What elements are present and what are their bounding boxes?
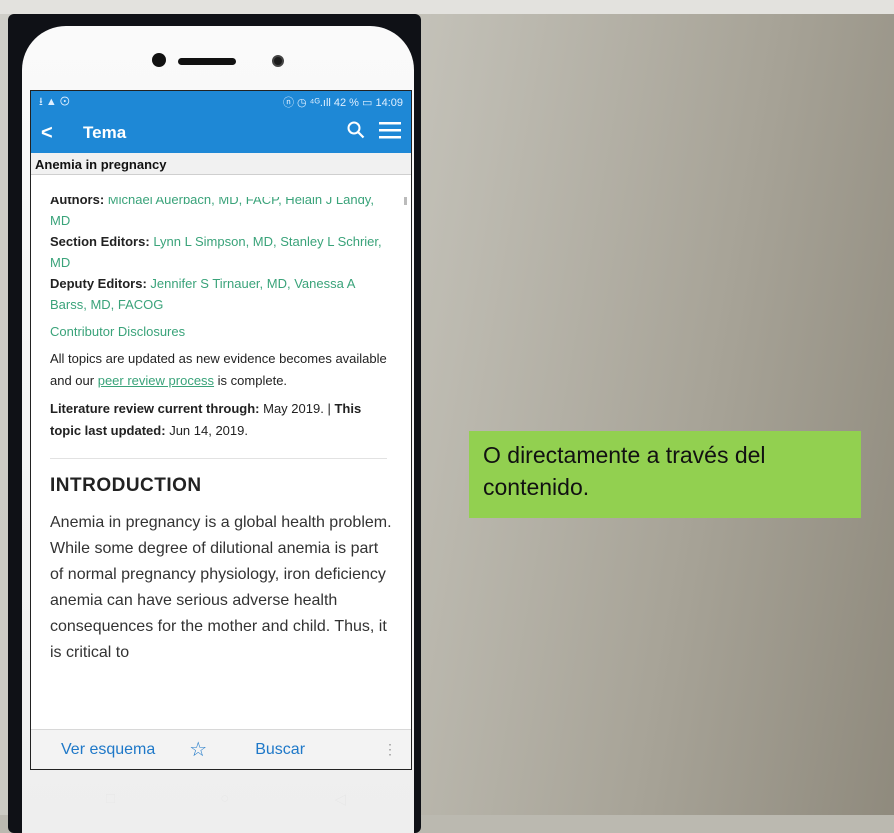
status-bar: ⭳ ▲ ⊙ ⓝ ◷ ⁴ᴳ.ıll 42 % ▭ 14:09 <box>31 91 411 113</box>
search-button[interactable]: Buscar <box>255 741 305 759</box>
introduction-paragraph: Anemia in pregnancy is a global health p… <box>50 514 392 661</box>
deputy-editors-line: Deputy Editors: Jennifer S Tirnauer, MD,… <box>50 273 395 315</box>
literature-label: Literature review current through: <box>50 401 260 416</box>
slide-top-edge <box>0 0 894 14</box>
topic-content[interactable]: Authors: Michael Auerbach, MD, FACP, Hel… <box>31 197 411 731</box>
topic-title: Anemia in pregnancy <box>31 153 411 175</box>
slide-background: ⭳ ▲ ⊙ ⓝ ◷ ⁴ᴳ.ıll 42 % ▭ 14:09 < Tema Ane… <box>0 0 894 833</box>
front-camera-icon <box>152 53 166 67</box>
status-right: ⓝ ◷ ⁴ᴳ.ıll 42 % ▭ 14:09 <box>282 97 403 109</box>
outline-button[interactable]: Ver esquema <box>61 741 155 759</box>
section-editors-line: Section Editors: Lynn L Simpson, MD, Sta… <box>50 231 395 273</box>
back-icon[interactable]: < <box>41 122 71 145</box>
home-icon[interactable]: ○ <box>220 790 229 808</box>
app-toolbar: < Tema <box>31 113 411 153</box>
status-left-icons: ⭳ ▲ ⊙ <box>39 95 70 108</box>
update-note: All topics are updated as new evidence b… <box>50 348 395 392</box>
bottom-action-bar: Ver esquema ☆ Buscar ⋮ <box>31 729 411 769</box>
phone-screen: ⭳ ▲ ⊙ ⓝ ◷ ⁴ᴳ.ıll 42 % ▭ 14:09 < Tema Ane… <box>30 90 412 770</box>
literature-value: May 2019. <box>263 401 324 416</box>
more-icon[interactable]: ⋮ <box>383 741 397 758</box>
speaker-grille <box>178 58 236 65</box>
authors-line: Authors: Michael Auerbach, MD, FACP, Hel… <box>50 197 395 231</box>
recent-apps-icon[interactable]: □ <box>106 790 115 808</box>
scrollbar[interactable] <box>404 197 407 205</box>
authors-label: Authors: <box>50 197 105 207</box>
section-editors-label: Section Editors: <box>50 234 150 249</box>
callout-box: O directamente a través del contenido. <box>469 431 861 518</box>
literature-separator: | <box>327 401 331 416</box>
literature-review-line: Literature review current through: May 2… <box>50 398 395 442</box>
star-icon[interactable]: ☆ <box>189 737 207 762</box>
deputy-editors-label: Deputy Editors: <box>50 276 147 291</box>
introduction-heading: INTRODUCTION <box>50 475 202 496</box>
menu-icon[interactable] <box>379 121 401 145</box>
divider <box>50 458 387 459</box>
update-note-text-2: is complete. <box>217 373 288 388</box>
contributor-disclosures-link[interactable]: Contributor Disclosures <box>50 321 395 342</box>
sensor-icon <box>272 55 284 67</box>
search-icon[interactable] <box>347 121 365 145</box>
android-nav-bar: □ ○ ◁ <box>106 790 346 808</box>
last-updated-value: Jun 14, 2019. <box>169 423 248 438</box>
back-nav-icon[interactable]: ◁ <box>334 790 346 808</box>
peer-review-link[interactable]: peer review process <box>98 373 214 388</box>
toolbar-title: Tema <box>83 123 127 142</box>
